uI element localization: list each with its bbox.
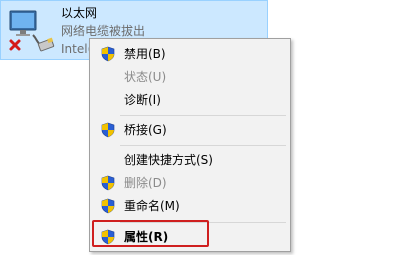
menu-item-label: 创建快捷方式(S): [124, 153, 213, 167]
menu-item-create-shortcut[interactable]: 创建快捷方式(S): [92, 149, 288, 171]
menu-item-bridge[interactable]: 桥接(G): [92, 119, 288, 141]
annotation-highlight-box: [92, 220, 209, 247]
adapter-status: 网络电缆被拔出: [61, 24, 146, 38]
menu-item-label: 桥接(G): [124, 123, 167, 137]
uac-shield-icon: [101, 46, 115, 62]
menu-item-label: 删除(D): [124, 176, 167, 190]
uac-shield-icon: [101, 122, 115, 138]
network-adapter-disconnected-icon: [9, 10, 55, 52]
menu-item-label: 状态(U): [124, 70, 167, 84]
uac-shield-icon: [101, 175, 115, 191]
adapter-device-name: Intel(: [61, 42, 93, 56]
menu-item-disable[interactable]: 禁用(B): [92, 43, 288, 65]
menu-item-label: 重命名(M): [124, 199, 180, 213]
menu-separator: [120, 115, 286, 116]
menu-item-status[interactable]: 状态(U): [92, 66, 288, 88]
menu-separator: [120, 145, 286, 146]
menu-item-label: 禁用(B): [124, 47, 166, 61]
adapter-name: 以太网: [61, 6, 98, 20]
desktop-area: 以太网 网络电缆被拔出 Intel( 禁用(B) 状态(U) 诊断(I) 桥接(…: [0, 0, 400, 255]
menu-item-delete[interactable]: 删除(D): [92, 172, 288, 194]
menu-item-diagnose[interactable]: 诊断(I): [92, 89, 288, 111]
menu-item-label: 诊断(I): [124, 93, 161, 107]
menu-item-rename[interactable]: 重命名(M): [92, 195, 288, 217]
uac-shield-icon: [101, 198, 115, 214]
